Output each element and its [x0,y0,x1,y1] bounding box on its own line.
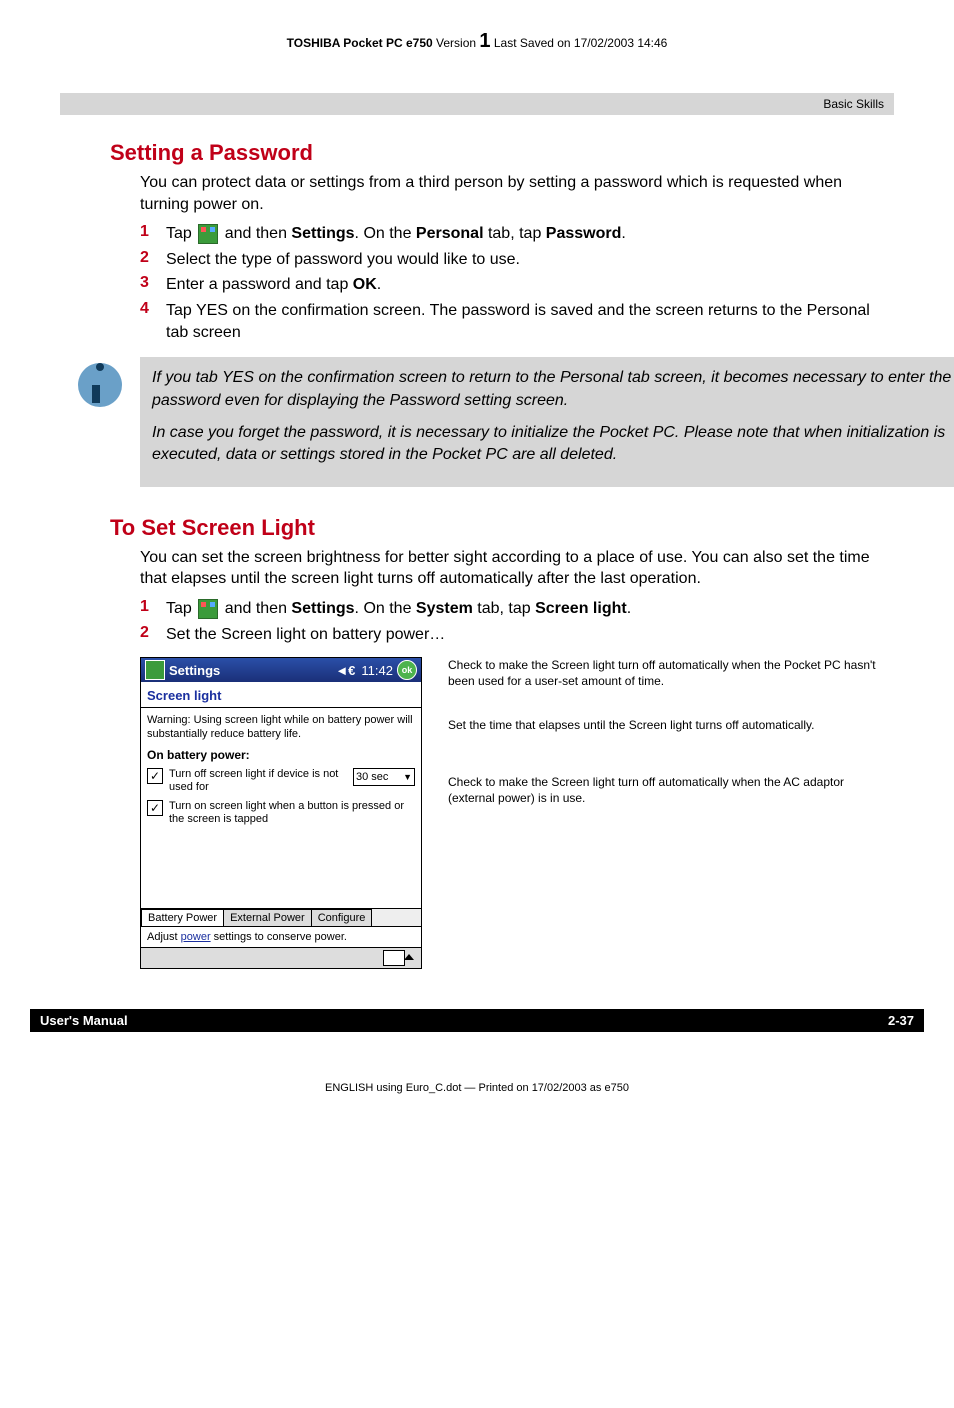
version-number: 1 [479,30,490,52]
tab-battery-power[interactable]: Battery Power [141,909,224,926]
timeout-dropdown[interactable]: 30 sec ▼ [353,768,415,786]
callouts: Check to make the Screen light turn off … [442,657,894,969]
step-2-text: Select the type of password you would li… [166,249,520,271]
section1-intro: You can protect data or settings from a … [140,172,894,215]
version-label: Version [436,36,476,50]
callout-3: Check to make the Screen light turn off … [442,774,894,806]
step-1-text: Tap and then Settings. On the Personal t… [166,223,626,245]
s2-step-2-text: Set the Screen light on battery power… [166,624,445,646]
keyboard-icon[interactable] [383,950,405,966]
ppc-heading: Screen light [141,682,421,705]
section1-steps: 1 Tap and then Settings. On the Personal… [140,223,894,343]
section2-intro: You can set the screen brightness for be… [140,547,894,590]
clock-time: 11:42 [361,663,393,678]
checkbox-turnon[interactable]: ✓ [147,800,163,816]
power-link[interactable]: power [181,931,211,943]
sound-icon[interactable]: ◄€ [335,663,355,678]
info-icon [78,363,122,407]
chevron-down-icon: ▼ [403,772,412,782]
document-header: TOSHIBA Pocket PC e750 Version 1 Last Sa… [60,30,894,53]
footer-right: 2-37 [888,1013,914,1028]
callout-1: Check to make the Screen light turn off … [442,657,894,689]
step-4-text: Tap YES on the confirmation screen. The … [166,300,894,343]
callout-2: Set the time that elapses until the Scre… [442,717,894,733]
pocketpc-screenshot: Settings ◄€ 11:42 ok Screen light Warnin… [140,657,422,969]
ppc-warning: Warning: Using screen light while on bat… [147,714,415,742]
step-3-text: Enter a password and tap OK. [166,274,381,296]
ppc-title: Settings [169,663,335,678]
s2-step-1-text: Tap and then Settings. On the System tab… [166,598,631,620]
saved-date: Last Saved on 17/02/2003 14:46 [494,36,667,50]
note-p2: In case you forget the password, it is n… [152,422,954,467]
start-icon [198,599,218,619]
breadcrumb: Basic Skills [60,93,894,115]
ok-button[interactable]: ok [397,660,417,680]
bottom-print: ENGLISH using Euro_C.dot — Printed on 17… [60,1082,894,1094]
section-heading-screenlight: To Set Screen Light [110,515,894,541]
product-name: TOSHIBA Pocket PC e750 [287,36,433,50]
note-p1: If you tab YES on the confirmation scree… [152,367,954,412]
tab-configure[interactable]: Configure [311,909,373,926]
breadcrumb-label: Basic Skills [823,97,884,111]
step-number: 3 [140,274,166,296]
step-number: 2 [140,249,166,271]
checkbox-turnoff[interactable]: ✓ [147,768,163,784]
footer-left: User's Manual [40,1013,128,1028]
step-number: 2 [140,624,166,646]
ppc-bottom-bar [141,947,421,968]
screenshot-row: Settings ◄€ 11:42 ok Screen light Warnin… [140,657,894,969]
ppc-tabs: Battery Power External Power Configure [141,908,421,926]
footer-bar: User's Manual 2-37 [30,1009,924,1032]
note-block: If you tab YES on the confirmation scree… [60,357,954,487]
ppc-link-row: Adjust power settings to conserve power. [141,926,421,947]
section-heading-password: Setting a Password [110,140,894,166]
start-icon [198,224,218,244]
step-number: 4 [140,300,166,343]
step-number: 1 [140,598,166,620]
checkbox-turnoff-label: Turn off screen light if device is not u… [169,768,347,794]
step-number: 1 [140,223,166,245]
ppc-titlebar: Settings ◄€ 11:42 ok [141,658,421,682]
dropdown-value: 30 sec [356,771,388,783]
start-icon[interactable] [145,660,165,680]
section2-steps: 1 Tap and then Settings. On the System t… [140,598,894,645]
ppc-section-head: On battery power: [147,748,415,762]
tab-external-power[interactable]: External Power [223,909,312,926]
note-body: If you tab YES on the confirmation scree… [140,357,954,487]
checkbox-turnon-label: Turn on screen light when a button is pr… [169,800,415,826]
